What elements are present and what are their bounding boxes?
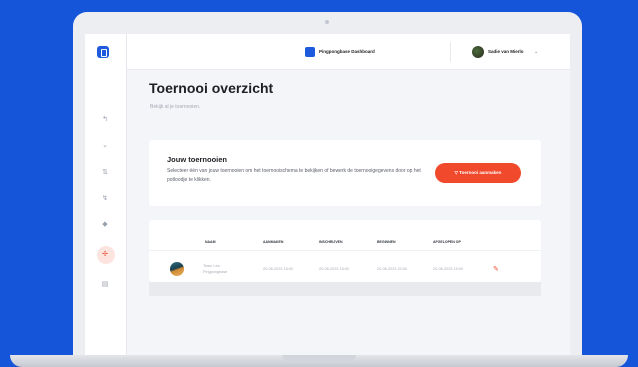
tournament-thumbnail [170,262,184,276]
brand-logo-icon[interactable] [305,47,315,57]
table-footer [149,282,541,296]
laptop-frame: ↰ ⌄ ⇅ ↯ ◆ ✢ ▤ Pingpongbase Dashboard Sad… [73,12,582,357]
cell-start: 20-06-2023 20:00 [377,267,407,271]
avatar[interactable] [472,46,484,58]
archive-icon[interactable]: ▤ [101,281,109,289]
laptop-notch [282,355,356,361]
cell-ended: 20-06-2023 19:00 [433,267,463,271]
cell-created: 20-06-2023 18:00 [263,267,293,271]
column-header-registration[interactable]: INSCHRIJVEN [319,240,343,244]
pencil-icon[interactable]: ✎ [493,266,499,273]
app-logo[interactable] [97,46,109,58]
tournament-icon[interactable]: ✢ [101,251,109,259]
card-description: Selecteer één van jouw toernooien om het… [167,168,421,183]
cell-name: Team Lea Pingpongbase [203,264,228,274]
chevron-icon[interactable]: ⌄ [101,142,109,150]
camera-dot [325,20,329,24]
tournament-table: NAAM AANMAKEN INSCHRIJVEN BEGINNEN AFGEL… [149,220,541,282]
list-icon[interactable]: ⇅ [101,169,109,177]
tag-icon[interactable]: ↯ [101,195,109,203]
user-name[interactable]: Sadie van Mierlo [488,47,524,57]
brand-name[interactable]: Pingpongbase Dashboard [319,47,375,57]
cell-registration: 20-06-2023 18:00 [319,267,349,271]
laptop-base [10,355,628,367]
bell-icon[interactable]: ↰ [101,116,109,124]
page-subtitle: Bekijk al je toernooien. [150,104,201,110]
column-header-start[interactable]: BEGINNEN [377,240,395,244]
page-title: Toernooi overzicht [149,80,274,96]
chevron-down-icon[interactable]: ⌄ [534,47,538,57]
create-tournament-button[interactable]: ▽ Toernooi aanmaken [435,163,521,183]
divider [149,250,541,251]
bookmark-icon[interactable]: ◆ [101,221,109,229]
sidebar: ↰ ⌄ ⇅ ↯ ◆ ✢ ▤ [85,34,127,357]
intro-card: Jouw toernooien Selecteer één van jouw t… [149,140,541,206]
app-screen: ↰ ⌄ ⇅ ↯ ◆ ✢ ▤ Pingpongbase Dashboard Sad… [85,34,570,357]
column-header-name[interactable]: NAAM [205,240,216,244]
column-header-created[interactable]: AANMAKEN [263,240,283,244]
topbar: Pingpongbase Dashboard Sadie van Mierlo … [127,34,570,70]
column-header-ended[interactable]: AFGELOPEN OP [433,240,461,244]
card-title: Jouw toernooien [167,155,227,164]
divider [450,42,451,62]
